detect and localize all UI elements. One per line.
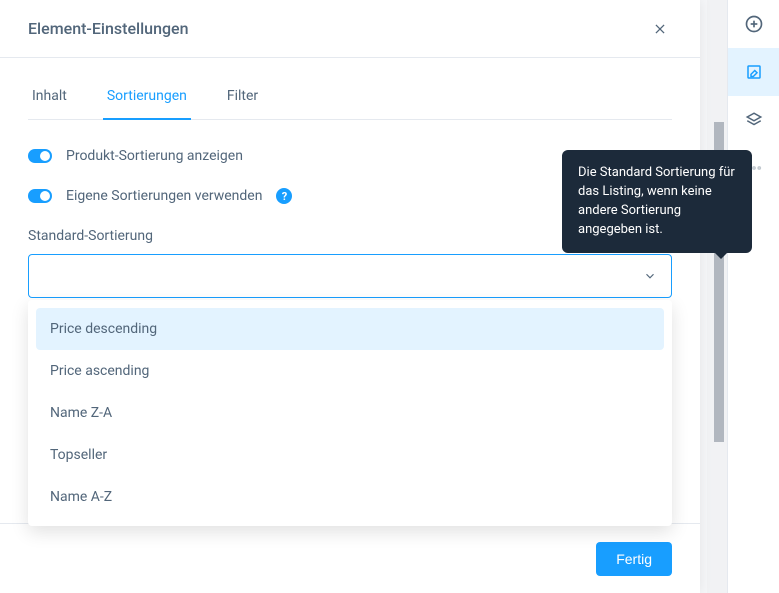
option-topseller[interactable]: Topseller	[36, 434, 664, 476]
toggle-use-custom-sort[interactable]	[28, 189, 52, 203]
tab-inhalt[interactable]: Inhalt	[28, 78, 71, 120]
toggle-label: Produkt-Sortierung anzeigen	[66, 148, 243, 164]
option-name-a-z[interactable]: Name A-Z	[36, 476, 664, 518]
standard-sort-select: Price descending Price ascending Name Z-…	[28, 254, 672, 298]
tab-filter[interactable]: Filter	[223, 78, 262, 120]
field-label-standard-sortierung: Standard-Sortierung	[28, 228, 153, 244]
modal-header: Element-Einstellungen	[0, 0, 700, 58]
tab-sortierungen[interactable]: Sortierungen	[103, 78, 191, 120]
tooltip-standard-sort: Die Standard Sortierung für das Listing,…	[562, 150, 752, 253]
modal-body: Inhalt Sortierungen Filter Produkt-Sorti…	[0, 58, 700, 593]
modal-footer: Fertig	[0, 523, 700, 593]
chevron-down-icon	[643, 269, 657, 283]
element-settings-modal: Element-Einstellungen Inhalt Sortierunge…	[0, 0, 700, 593]
tooltip-text: Die Standard Sortierung für das Listing,…	[578, 165, 735, 237]
rail-layers-button[interactable]	[728, 96, 779, 144]
tabs: Inhalt Sortierungen Filter	[28, 78, 672, 120]
option-price-descending[interactable]: Price descending	[36, 308, 664, 350]
modal-title: Element-Einstellungen	[28, 19, 189, 38]
help-icon[interactable]: ?	[276, 188, 292, 204]
done-button[interactable]: Fertig	[596, 542, 672, 576]
option-name-z-a[interactable]: Name Z-A	[36, 392, 664, 434]
option-price-ascending[interactable]: Price ascending	[36, 350, 664, 392]
toggle-label: Eigene Sortierungen verwenden	[66, 188, 262, 204]
close-icon	[653, 22, 667, 36]
rail-add-button[interactable]	[728, 0, 779, 48]
rail-edit-button[interactable]	[728, 48, 779, 96]
toggle-show-product-sort[interactable]	[28, 149, 52, 163]
close-button[interactable]	[648, 17, 672, 41]
right-rail	[727, 0, 779, 593]
select-box[interactable]	[28, 254, 672, 298]
select-dropdown: Price descending Price ascending Name Z-…	[28, 300, 672, 526]
